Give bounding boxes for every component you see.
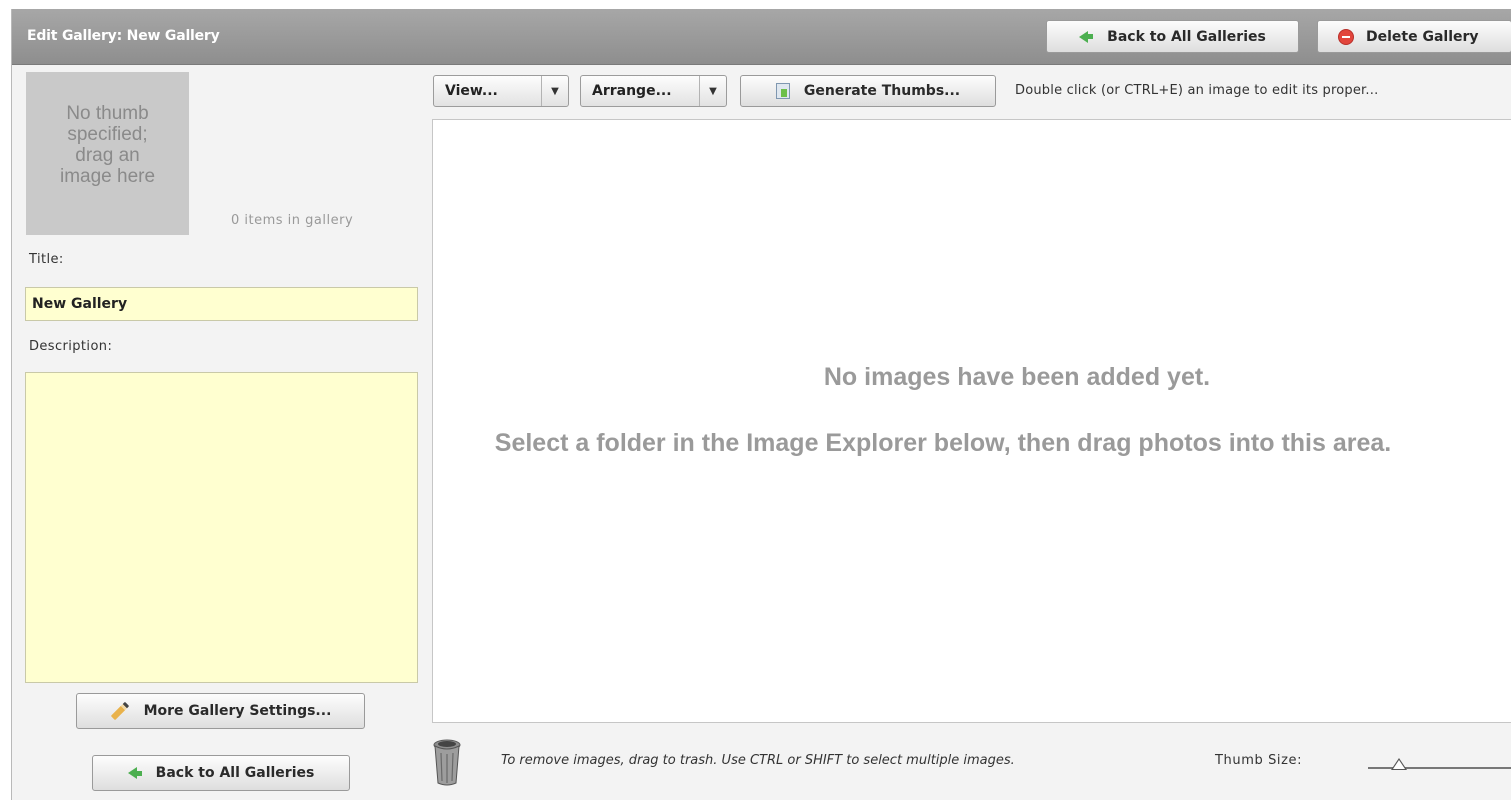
thumb-size-slider-track[interactable] — [1368, 767, 1511, 769]
back-to-all-galleries-button-bottom[interactable]: Back to All Galleries — [92, 755, 350, 791]
edit-hint-text: Double click (or CTRL+E) an image to edi… — [1015, 83, 1379, 98]
arrange-dropdown[interactable]: Arrange... ▼ — [580, 75, 727, 107]
edit-gallery-window: Edit Gallery: New Gallery Back to All Ga… — [11, 9, 1511, 800]
red-minus-circle-icon — [1338, 28, 1354, 45]
title-field[interactable] — [25, 287, 418, 321]
thumb-size-label: Thumb Size: — [1215, 753, 1303, 768]
trash-instructions: To remove images, drag to trash. Use CTR… — [501, 753, 1015, 768]
view-dropdown[interactable]: View... ▼ — [433, 75, 569, 107]
generate-thumbs-label: Generate Thumbs... — [803, 83, 961, 99]
back-button-label: Back to All Galleries — [155, 765, 315, 781]
more-settings-label: More Gallery Settings... — [143, 703, 332, 719]
chevron-down-icon: ▼ — [699, 76, 726, 106]
thumb-size-slider-handle[interactable] — [1391, 758, 1407, 770]
delete-gallery-button[interactable]: Delete Gallery — [1317, 20, 1511, 53]
view-dropdown-label: View... — [445, 83, 498, 99]
pencil-icon — [110, 701, 129, 721]
empty-state-title: No images have been added yet. — [823, 363, 1211, 391]
title-label: Title: — [29, 252, 64, 267]
gallery-thumb-dropzone[interactable]: No thumb specified; drag an image here — [26, 72, 189, 235]
thumb-placeholder-text: No thumb specified; drag an image here — [59, 103, 156, 187]
page-title: Edit Gallery: New Gallery — [27, 28, 220, 44]
generate-thumbs-button[interactable]: Generate Thumbs... — [740, 75, 996, 107]
header-bar: Edit Gallery: New Gallery Back to All Ga… — [12, 9, 1511, 65]
arrange-dropdown-label: Arrange... — [592, 83, 672, 99]
green-left-arrow-icon — [127, 767, 142, 779]
green-left-arrow-icon — [1079, 30, 1094, 43]
gallery-image-dropzone[interactable]: No images have been added yet. Select a … — [432, 119, 1511, 723]
image-document-icon — [775, 83, 790, 99]
description-field[interactable] — [25, 372, 418, 683]
empty-state-instructions: Select a folder in the Image Explorer be… — [494, 429, 1392, 457]
more-gallery-settings-button[interactable]: More Gallery Settings... — [76, 693, 365, 729]
back-button-label: Back to All Galleries — [1107, 28, 1266, 45]
back-to-all-galleries-button-top[interactable]: Back to All Galleries — [1046, 20, 1299, 53]
description-label: Description: — [29, 339, 113, 354]
chevron-down-icon: ▼ — [541, 76, 568, 106]
item-count: 0 items in gallery — [231, 213, 354, 228]
delete-button-label: Delete Gallery — [1366, 28, 1479, 45]
trash-can-icon[interactable] — [433, 737, 461, 787]
